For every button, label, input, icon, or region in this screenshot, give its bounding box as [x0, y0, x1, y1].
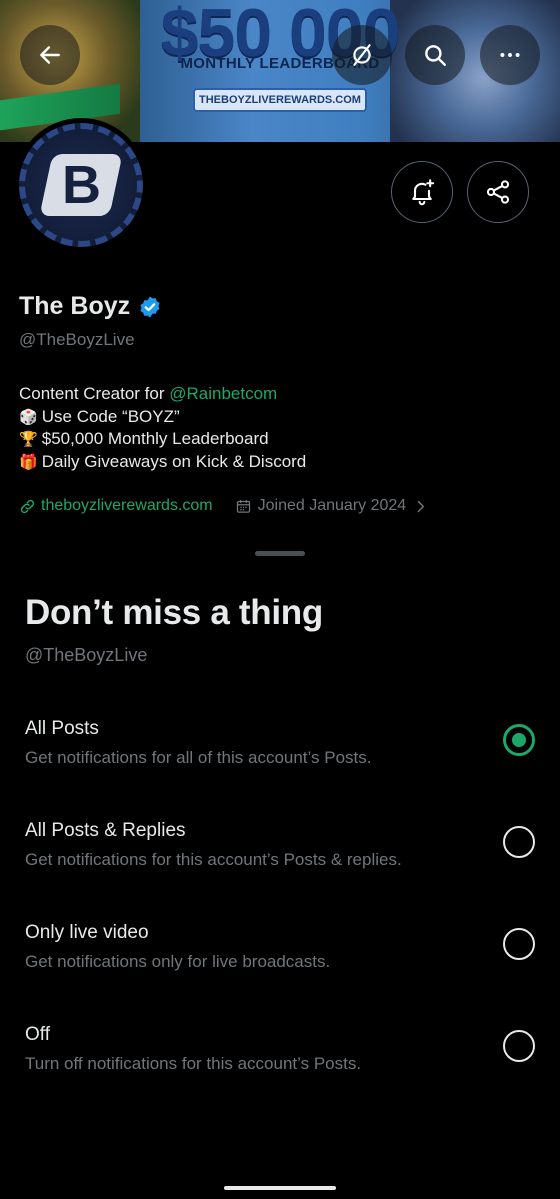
grok-icon	[353, 44, 371, 66]
calendar-icon	[236, 499, 250, 513]
bell-plus-icon	[412, 179, 435, 206]
back-button[interactable]	[20, 25, 80, 85]
grok-button[interactable]	[332, 25, 392, 85]
option-only-live-video[interactable]: Only live video Get notifications only f…	[0, 922, 560, 1012]
radio-unselected[interactable]	[503, 928, 535, 960]
verified-badge-icon[interactable]	[138, 295, 162, 319]
notifications-button[interactable]	[391, 161, 453, 223]
option-description: Turn off notifications for this account’…	[25, 1054, 362, 1073]
link-icon	[20, 499, 35, 513]
avatar[interactable]: B	[14, 118, 148, 252]
joined-text: Joined January 2024	[257, 497, 407, 514]
avatar-logo: B	[39, 154, 123, 216]
dice-emoji: 🎲	[19, 407, 38, 426]
gift-emoji: 🎁	[19, 453, 38, 472]
arrow-left-icon	[40, 46, 60, 64]
option-description: Get notifications for this account’s Pos…	[25, 850, 402, 869]
profile-handle: @TheBoyzLive	[19, 330, 135, 349]
option-off[interactable]: Off Turn off notifications for this acco…	[0, 1024, 560, 1114]
avatar-image: B	[19, 123, 143, 247]
option-description: Get notifications only for live broadcas…	[25, 952, 331, 971]
radio-unselected[interactable]	[503, 826, 535, 858]
search-icon	[425, 45, 446, 66]
bio-mention-link[interactable]: @Rainbetcom	[169, 384, 277, 403]
option-label: All Posts & Replies	[25, 820, 186, 841]
option-label: All Posts	[25, 718, 99, 739]
bio-text: Content Creator for	[19, 384, 170, 403]
search-button[interactable]	[405, 25, 465, 85]
sheet-drag-handle[interactable]	[255, 551, 305, 556]
trophy-emoji: 🏆	[19, 430, 38, 449]
home-indicator[interactable]	[224, 1186, 336, 1190]
banner-url: THEBOYZLIVEREWARDS.COM	[193, 88, 367, 112]
radio-selected[interactable]	[503, 724, 535, 756]
bio-line: 🏆 $50,000 Monthly Leaderboard	[19, 428, 306, 451]
profile-bio: Content Creator for @Rainbetcom 🎲 Use Co…	[19, 383, 306, 474]
notification-settings-sheet: Don’t miss a thing @TheBoyzLive All Post…	[0, 538, 560, 1199]
bio-line: 🎁 Daily Giveaways on Kick & Discord	[19, 451, 306, 474]
share-button[interactable]	[467, 161, 529, 223]
option-description: Get notifications for all of this accoun…	[25, 748, 372, 767]
bio-text: Use Code “BOYZ”	[41, 406, 180, 426]
option-all-posts[interactable]: All Posts Get notifications for all of t…	[0, 718, 560, 808]
sheet-subtitle: @TheBoyzLive	[25, 645, 148, 665]
option-label: Only live video	[25, 922, 149, 943]
chevron-right-icon	[417, 500, 425, 512]
profile-name-row: The Boyz	[19, 292, 162, 321]
option-label: Off	[25, 1024, 50, 1045]
joined-date[interactable]: Joined January 2024	[235, 497, 430, 515]
share-icon	[486, 180, 510, 204]
profile-name: The Boyz	[19, 292, 131, 320]
bio-text: Daily Giveaways on Kick & Discord	[41, 452, 307, 472]
bio-line: Content Creator for @Rainbetcom	[19, 383, 306, 406]
more-horizontal-icon	[500, 53, 520, 57]
option-all-posts-replies[interactable]: All Posts & Replies Get notifications fo…	[0, 820, 560, 910]
website-text: theboyzliverewards.com	[41, 497, 213, 514]
sheet-title: Don’t miss a thing	[25, 593, 323, 632]
profile-meta: theboyzliverewards.com Joined January 20…	[19, 497, 429, 515]
bio-text: $50,000 Monthly Leaderboard	[41, 429, 269, 449]
radio-unselected[interactable]	[503, 1030, 535, 1062]
bio-line: 🎲 Use Code “BOYZ”	[19, 406, 306, 429]
website-link[interactable]: theboyzliverewards.com	[19, 497, 213, 515]
more-button[interactable]	[480, 25, 540, 85]
